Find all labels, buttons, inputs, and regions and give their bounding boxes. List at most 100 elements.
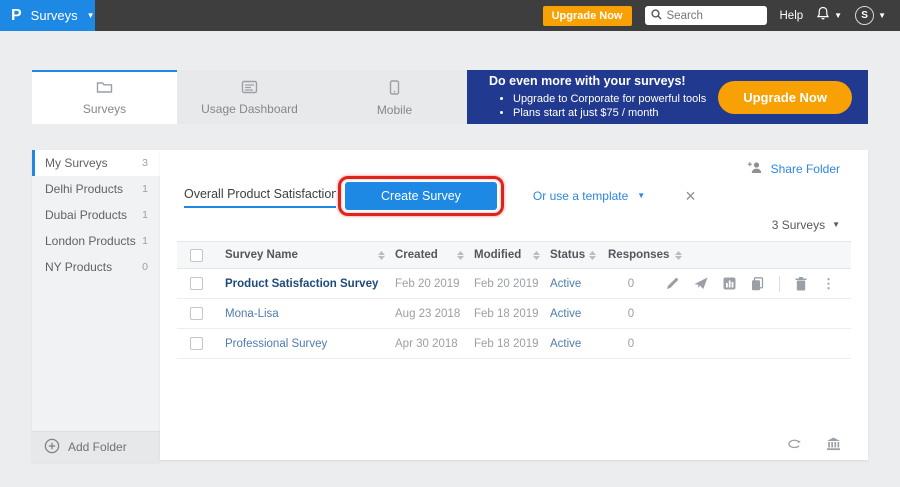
surveys-table: Survey Name Created Modified [177,241,851,359]
search-icon [651,7,662,25]
sort-icon[interactable] [675,251,682,260]
banner-bullet: Upgrade to Corporate for powerful tools [513,92,706,106]
chevron-down-icon: ▼ [878,12,886,20]
survey-name-link[interactable]: Professional Survey [225,338,327,350]
tab-usage-dashboard[interactable]: Usage Dashboard [177,70,322,124]
archived-surveys-icon[interactable] [826,437,841,451]
column-header-responses: Responses [608,249,669,261]
banner-upgrade-now-button[interactable]: Upgrade Now [718,81,852,114]
global-search[interactable] [645,6,767,25]
tab-label: Mobile [377,103,412,117]
chevron-down-icon: ▼ [832,221,840,229]
row-checkbox[interactable] [190,337,203,350]
sort-icon[interactable] [533,251,540,260]
sidebar-item-my-surveys[interactable]: My Surveys 3 [32,150,160,176]
share-folder-label: Share Folder [771,162,840,176]
folder-label: London Products [45,234,136,248]
close-icon[interactable]: × [685,187,696,205]
notifications-menu[interactable]: ▼ [816,6,842,26]
upgrade-promo-banner: Do even more with your surveys! Upgrade … [467,70,868,124]
table-header-row: Survey Name Created Modified [177,241,851,269]
status-badge[interactable]: Active [550,338,596,350]
divider [779,276,780,292]
plus-circle-icon [44,438,60,457]
sidebar-item-london-products[interactable]: London Products 1 [32,228,160,254]
surveys-panel: Share Folder Create Survey Or use a temp… [160,150,868,460]
sidebar-item-delhi-products[interactable]: Delhi Products 1 [32,176,160,202]
chevron-down-icon: ▼ [87,12,95,20]
search-input[interactable] [667,10,752,22]
banner-bullet-list: Upgrade to Corporate for powerful tools … [513,92,706,120]
app-title: Surveys [31,8,78,23]
create-survey-toolbar: Create Survey Or use a template ▼ × [184,181,844,211]
send-plane-icon[interactable] [694,277,708,290]
share-folder-link[interactable]: Share Folder [747,161,840,177]
upgrade-now-button[interactable]: Upgrade Now [543,6,632,26]
status-badge[interactable]: Active [550,308,596,320]
folder-label: My Surveys [45,156,108,170]
dashboard-icon [241,80,258,97]
survey-count-label: 3 Surveys [772,218,825,232]
help-link[interactable]: Help [780,10,804,22]
responses-count: 0 [596,278,666,290]
create-survey-button[interactable]: Create Survey [345,182,497,210]
survey-name-link[interactable]: Mona-Lisa [225,308,279,320]
edit-pencil-icon[interactable] [666,277,679,290]
folder-count: 1 [142,235,148,247]
use-template-dropdown[interactable]: Or use a template ▼ [533,189,645,203]
add-person-icon [747,161,764,177]
add-folder-button[interactable]: Add Folder [32,431,160,462]
copy-icon[interactable] [751,277,764,291]
folder-count: 3 [142,157,148,169]
use-template-label: Or use a template [533,189,628,203]
table-row: Professional Survey Apr 30 2018 Feb 18 2… [177,329,851,359]
folder-label: NY Products [45,260,112,274]
top-navigation-bar: P Surveys ▼ Upgrade Now Help ▼ S ▼ [0,0,900,31]
tab-surveys[interactable]: Surveys [32,70,177,124]
add-folder-label: Add Folder [68,440,127,454]
account-menu[interactable]: S ▼ [855,6,886,25]
responses-count: 0 [596,308,666,320]
table-row: Mona-Lisa Aug 23 2018 Feb 18 2019 Active… [177,299,851,329]
row-checkbox[interactable] [190,277,203,290]
chevron-down-icon: ▼ [637,192,645,200]
created-date: Aug 23 2018 [395,308,474,320]
modified-date: Feb 20 2019 [474,278,550,290]
avatar: S [855,6,874,25]
column-header-status: Status [550,249,585,261]
banner-bullet: Plans start at just $75 / month [513,106,706,120]
restore-icon[interactable] [786,438,802,450]
status-badge[interactable]: Active [550,278,596,290]
analytics-chart-icon[interactable] [723,277,736,290]
sort-icon[interactable] [378,251,385,260]
sidebar-item-ny-products[interactable]: NY Products 0 [32,254,160,280]
tab-label: Usage Dashboard [201,102,298,116]
column-header-modified: Modified [474,249,521,261]
more-kebab-icon[interactable]: ⋮ [822,276,835,292]
delete-trash-icon[interactable] [795,277,807,291]
app-logo-menu[interactable]: P Surveys ▼ [0,0,95,31]
select-all-checkbox[interactable] [190,249,203,262]
table-row: Product Satisfaction Survey Feb 20 2019 … [177,269,851,299]
tab-mobile[interactable]: Mobile [322,70,467,124]
modified-date: Feb 18 2019 [474,308,550,320]
column-header-created: Created [395,249,438,261]
mobile-icon [389,80,400,98]
column-header-survey-name: Survey Name [225,249,298,261]
survey-name-input[interactable] [184,185,336,208]
responses-count: 0 [596,338,666,350]
sidebar-item-dubai-products[interactable]: Dubai Products 1 [32,202,160,228]
row-checkbox[interactable] [190,307,203,320]
survey-name-link[interactable]: Product Satisfaction Survey [225,278,378,290]
bell-icon [816,6,830,26]
survey-count-dropdown[interactable]: 3 Surveys ▼ [160,218,840,232]
sort-icon[interactable] [457,251,464,260]
chevron-down-icon: ▼ [834,12,842,20]
view-tabs: Surveys Usage Dashboard Mobile [32,70,467,124]
modified-date: Feb 18 2019 [474,338,550,350]
folder-icon [96,80,113,97]
folder-count: 1 [142,183,148,195]
sort-icon[interactable] [589,251,596,260]
folders-sidebar: My Surveys 3 Delhi Products 1 Dubai Prod… [32,150,160,462]
created-date: Apr 30 2018 [395,338,474,350]
